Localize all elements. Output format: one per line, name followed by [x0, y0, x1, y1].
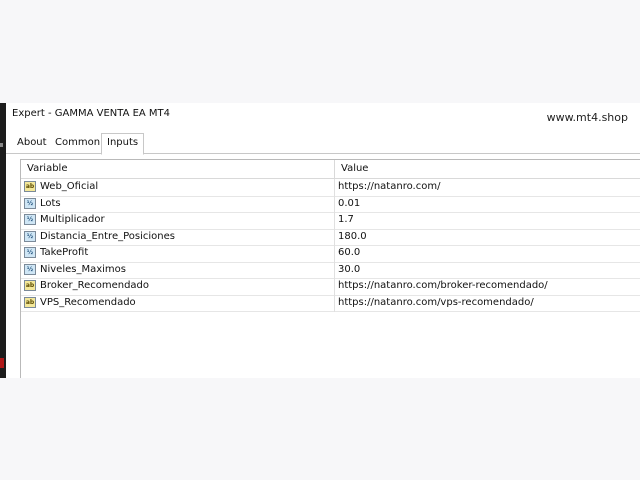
row-separator	[334, 228, 335, 246]
double-type-icon: ½	[24, 230, 36, 242]
row-variable-name: TakeProfit	[40, 247, 89, 258]
watermark-text: www.mt4.shop	[546, 111, 628, 124]
tab-about[interactable]: About	[12, 134, 52, 152]
row-separator	[334, 212, 335, 229]
column-separator[interactable]	[334, 160, 335, 178]
row-value[interactable]: https://natanro.com/vps-recomendado/	[338, 295, 534, 311]
table-row[interactable]: ½ Lots 0.01	[21, 195, 640, 213]
row-value[interactable]: 60.0	[338, 245, 360, 261]
table-row[interactable]: ½ Distancia_Entre_Posiciones 180.0	[21, 228, 640, 246]
expert-properties-window: Expert - GAMMA VENTA EA MT4 www.mt4.shop…	[0, 103, 640, 378]
table-row[interactable]: ½ TakeProfit 60.0	[21, 245, 640, 263]
row-value[interactable]: 30.0	[338, 262, 360, 278]
table-row[interactable]: ab VPS_Recomendado https://natanro.com/v…	[21, 294, 640, 312]
chart-tick-mark	[0, 143, 3, 147]
table-header: Variable Value	[21, 160, 640, 179]
row-variable-name: Broker_Recomendado	[40, 280, 150, 291]
row-separator	[334, 245, 335, 262]
row-value[interactable]: 1.7	[338, 212, 354, 228]
table-row[interactable]: ½ Multiplicador 1.7	[21, 212, 640, 230]
table-row[interactable]: ab Broker_Recomendado https://natanro.co…	[21, 278, 640, 296]
row-value[interactable]: 180.0	[338, 229, 367, 245]
row-variable-name: Niveles_Maximos	[40, 263, 126, 275]
column-header-variable[interactable]: Variable	[27, 160, 68, 178]
row-separator	[334, 261, 335, 279]
table-row[interactable]: ½ Niveles_Maximos 30.0	[21, 261, 640, 279]
row-variable-name: Lots	[40, 197, 61, 209]
window-title: Expert - GAMMA VENTA EA MT4	[12, 108, 171, 119]
row-separator	[334, 179, 335, 196]
tab-common[interactable]: Common	[50, 134, 105, 152]
row-separator	[334, 294, 335, 312]
inputs-table: Variable Value ab Web_Oficial https://na…	[20, 159, 640, 378]
string-type-icon: ab	[24, 296, 36, 308]
row-variable-name: VPS_Recomendado	[40, 296, 136, 308]
row-separator	[334, 195, 335, 213]
tab-bar: About Common Inputs	[6, 133, 640, 155]
row-value[interactable]: https://natanro.com/broker-recomendado/	[338, 278, 548, 294]
row-value[interactable]: 0.01	[338, 196, 360, 212]
row-variable-name: Web_Oficial	[40, 181, 99, 192]
double-type-icon: ½	[24, 263, 36, 275]
row-variable-name: Multiplicador	[40, 214, 105, 225]
double-type-icon: ½	[24, 197, 36, 209]
row-variable-name: Distancia_Entre_Posiciones	[40, 230, 175, 242]
table-row[interactable]: ab Web_Oficial https://natanro.com/	[21, 179, 640, 197]
tab-inputs[interactable]: Inputs	[101, 133, 145, 155]
double-type-icon: ½	[24, 247, 36, 258]
string-type-icon: ab	[24, 280, 36, 291]
double-type-icon: ½	[24, 214, 36, 225]
row-value[interactable]: https://natanro.com/	[338, 179, 440, 195]
chart-candle-mark	[0, 358, 4, 368]
string-type-icon: ab	[24, 181, 36, 192]
row-separator	[334, 278, 335, 295]
column-header-value[interactable]: Value	[341, 160, 368, 178]
